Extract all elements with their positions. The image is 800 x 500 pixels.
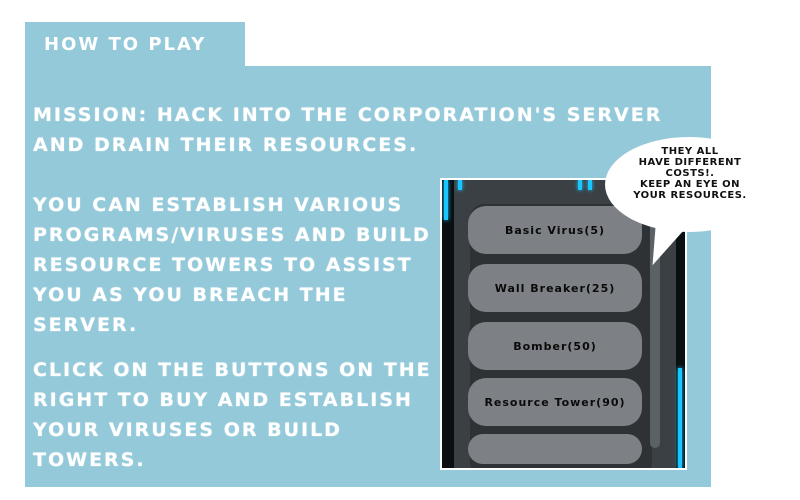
- bubble-line: THEY ALL: [661, 146, 719, 157]
- bubble-line: KEEP AN EYE ON: [639, 179, 741, 190]
- neon-accent-right-top: [578, 180, 582, 190]
- buy-wall-breaker-button[interactable]: Wall Breaker(25): [468, 264, 642, 312]
- bubble-line: COSTS!.: [665, 168, 715, 179]
- establish-text: YOU CAN ESTABLISH VARIOUS PROGRAMS/VIRUS…: [33, 194, 431, 336]
- neon-accent-right-top2: [588, 180, 592, 190]
- shop-button-partial[interactable]: [468, 434, 642, 464]
- buy-bomber-button[interactable]: Bomber(50): [468, 322, 642, 370]
- mission-text: MISSION: HACK INTO THE CORPORATION'S SER…: [33, 104, 663, 156]
- page-title: HOW TO PLAY: [44, 34, 207, 55]
- bubble-line: HAVE DIFFERENT: [638, 157, 742, 168]
- neon-accent-left-top: [444, 180, 448, 220]
- buy-basic-virus-button[interactable]: Basic Virus(5): [468, 206, 642, 254]
- bubble-line: YOUR RESOURCES.: [633, 190, 747, 201]
- header-tab-corner: [205, 22, 245, 68]
- neon-accent-left-mid: [458, 180, 462, 190]
- neon-accent-right-side: [678, 368, 682, 468]
- speech-bubble-text: THEY ALL HAVE DIFFERENT COSTS!. KEEP AN …: [612, 146, 768, 201]
- buy-resource-tower-button[interactable]: Resource Tower(90): [468, 378, 642, 426]
- buttons-text: CLICK ON THE BUTTONS ON THE RIGHT TO BUY…: [33, 359, 432, 471]
